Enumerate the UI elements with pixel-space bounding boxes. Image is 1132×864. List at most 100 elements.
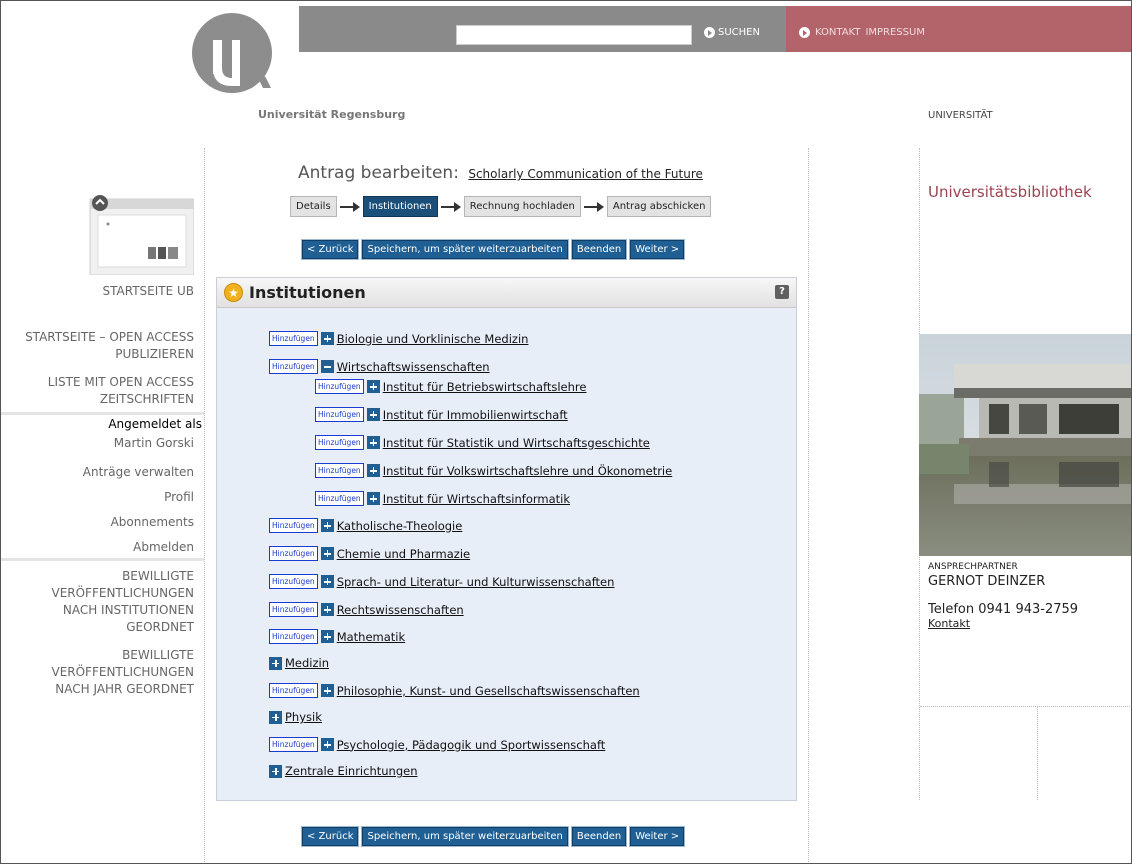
step-antrag-abschicken[interactable]: Antrag abschicken: [606, 196, 712, 217]
finish-button[interactable]: Beenden: [570, 239, 628, 260]
add-button[interactable]: Hinzufügen: [315, 463, 364, 478]
tree-item-label[interactable]: Rechtswissenschaften: [337, 603, 464, 617]
sidebar-item-bew-jahr-2[interactable]: VERÖFFENTLICHUNGEN: [51, 664, 194, 681]
finish-button[interactable]: Beenden: [570, 826, 628, 847]
sidebar-item-oa-publizieren[interactable]: STARTSEITE – OPEN ACCESS: [25, 329, 194, 346]
expand-icon[interactable]: [320, 547, 334, 560]
impressum-link[interactable]: IMPRESSUM: [865, 27, 925, 38]
expand-icon[interactable]: [320, 603, 334, 616]
arrow-right-icon: [583, 201, 605, 213]
tree-item-label[interactable]: Institut für Volkswirtschaftslehre und Ö…: [383, 464, 673, 478]
tree-item-label[interactable]: Wirtschaftswissenschaften: [337, 360, 490, 374]
tree-row: Hinzufügen Biologie und Vorklinische Med…: [269, 331, 528, 346]
expand-icon[interactable]: [366, 492, 380, 505]
contact-link[interactable]: Kontakt: [928, 617, 1078, 630]
add-button[interactable]: Hinzufügen: [315, 491, 364, 506]
ur-logo[interactable]: R: [186, 8, 286, 98]
expand-icon[interactable]: [366, 408, 380, 421]
sidebar-item-bew-jahr-3[interactable]: NACH JAHR GEORDNET: [55, 681, 194, 698]
tree-item-label[interactable]: Institut für Statistik und Wirtschaftsge…: [383, 436, 650, 450]
universitaet-label[interactable]: UNIVERSITÄT: [928, 110, 993, 121]
add-button[interactable]: Hinzufügen: [315, 435, 364, 450]
startseite-ub-icon[interactable]: [88, 195, 194, 275]
add-button[interactable]: Hinzufügen: [269, 546, 318, 561]
sidebar-item-oa-publizieren-2[interactable]: PUBLIZIEREN: [115, 346, 194, 363]
sidebar-item-startseite-ub[interactable]: STARTSEITE UB: [103, 283, 195, 300]
add-button[interactable]: Hinzufügen: [269, 331, 318, 346]
expand-icon[interactable]: [269, 710, 282, 724]
tree-item-label[interactable]: Biologie und Vorklinische Medizin: [337, 332, 529, 346]
step-indicator: Details Institutionen Rechnung hochladen…: [290, 196, 712, 217]
add-button[interactable]: Hinzufügen: [315, 379, 364, 394]
tree-item-label[interactable]: Katholische-Theologie: [337, 519, 463, 533]
expand-icon[interactable]: [320, 684, 334, 697]
next-button[interactable]: Weiter >: [629, 239, 686, 260]
sidebar-item-oa-liste[interactable]: LISTE MIT OPEN ACCESS: [48, 374, 194, 391]
separator-right: [808, 148, 809, 864]
tree-item-label[interactable]: Philosophie, Kunst- und Gesellschaftswis…: [337, 684, 640, 698]
sidebar-item-bew-inst-4[interactable]: GEORDNET: [126, 619, 194, 636]
tree-item-label[interactable]: Psychologie, Pädagogik und Sportwissensc…: [337, 738, 606, 752]
tree-row: Physik: [269, 710, 322, 724]
tree-row: Hinzufügen Philosophie, Kunst- und Gesel…: [269, 683, 640, 698]
add-button[interactable]: Hinzufügen: [269, 602, 318, 617]
sidebar-item-bew-inst[interactable]: BEWILLIGTE: [122, 568, 194, 585]
next-button[interactable]: Weiter >: [629, 826, 686, 847]
sidebar-item-antraege[interactable]: Anträge verwalten: [83, 464, 194, 481]
tree-item-label[interactable]: Chemie und Pharmazie: [337, 547, 470, 561]
tree-item-label[interactable]: Physik: [285, 710, 322, 724]
arrow-circle-icon: [704, 27, 715, 38]
expand-icon[interactable]: [320, 630, 334, 643]
expand-icon[interactable]: [320, 738, 334, 751]
expand-icon[interactable]: [269, 656, 282, 670]
tree-item-label[interactable]: Zentrale Einrichtungen: [285, 764, 418, 778]
sidebar-item-abmelden[interactable]: Abmelden: [133, 539, 194, 556]
expand-icon[interactable]: [320, 519, 334, 532]
tree-item-label[interactable]: Institut für Immobilienwirtschaft: [383, 408, 568, 422]
add-button[interactable]: Hinzufügen: [269, 359, 318, 374]
kontakt-link[interactable]: KONTAKT: [815, 27, 860, 38]
save-later-button[interactable]: Speichern, um später weiterzuarbeiten: [361, 239, 569, 260]
back-button[interactable]: < Zurück: [300, 239, 360, 260]
expand-icon[interactable]: [320, 575, 334, 588]
sidebar-item-oa-liste-2[interactable]: ZEITSCHRIFTEN: [100, 391, 194, 408]
add-button[interactable]: Hinzufügen: [315, 407, 364, 422]
help-icon[interactable]: ?: [775, 285, 789, 299]
tree-item-label[interactable]: Institut für Betriebswirtschaftslehre: [383, 380, 587, 394]
tree-item-label[interactable]: Sprach- und Literatur- und Kulturwissens…: [337, 575, 615, 589]
sidebar-item-bew-jahr[interactable]: BEWILLIGTE: [122, 647, 194, 664]
sidebar-item-abonnements[interactable]: Abonnements: [111, 514, 194, 531]
tree-item-label[interactable]: Mathematik: [337, 630, 405, 644]
add-button[interactable]: Hinzufügen: [269, 574, 318, 589]
add-button[interactable]: Hinzufügen: [269, 518, 318, 533]
add-button[interactable]: Hinzufügen: [269, 737, 318, 752]
collapse-icon[interactable]: [320, 360, 334, 373]
sidebar-separator: [0, 558, 204, 561]
expand-icon[interactable]: [366, 436, 380, 449]
step-rechnung-hochladen[interactable]: Rechnung hochladen: [463, 196, 581, 217]
search-input[interactable]: [456, 25, 692, 45]
project-title-link[interactable]: Scholarly Communication of the Future: [468, 167, 703, 181]
sidebar-item-bew-inst-2[interactable]: VERÖFFENTLICHUNGEN: [51, 585, 194, 602]
tree-row: Hinzufügen Wirtschaftswissenschaften: [269, 359, 490, 374]
tree-row: Hinzufügen Katholische-Theologie: [269, 518, 462, 533]
library-building-photo: [919, 334, 1132, 556]
add-button[interactable]: Hinzufügen: [269, 629, 318, 644]
tree-item-label[interactable]: Institut für Wirtschaftsinformatik: [383, 492, 570, 506]
save-later-button[interactable]: Speichern, um später weiterzuarbeiten: [361, 826, 569, 847]
add-button[interactable]: Hinzufügen: [269, 683, 318, 698]
arrow-right-icon: [440, 201, 462, 213]
tree-item-label[interactable]: Medizin: [285, 656, 329, 670]
expand-icon[interactable]: [269, 764, 282, 778]
expand-icon[interactable]: [366, 380, 380, 393]
expand-icon[interactable]: [320, 332, 334, 345]
step-institutionen[interactable]: Institutionen: [362, 196, 438, 217]
expand-icon[interactable]: [366, 464, 380, 477]
back-button[interactable]: < Zurück: [300, 826, 360, 847]
step-details[interactable]: Details: [290, 196, 337, 217]
sidebar-item-bew-inst-3[interactable]: NACH INSTITUTIONEN: [63, 602, 194, 619]
ub-title[interactable]: Universitätsbibliothek: [928, 183, 1092, 201]
search-button[interactable]: SUCHEN: [704, 27, 760, 38]
sidebar-item-profil[interactable]: Profil: [164, 489, 194, 506]
logged-in-label: Angemeldet als: [108, 417, 202, 431]
